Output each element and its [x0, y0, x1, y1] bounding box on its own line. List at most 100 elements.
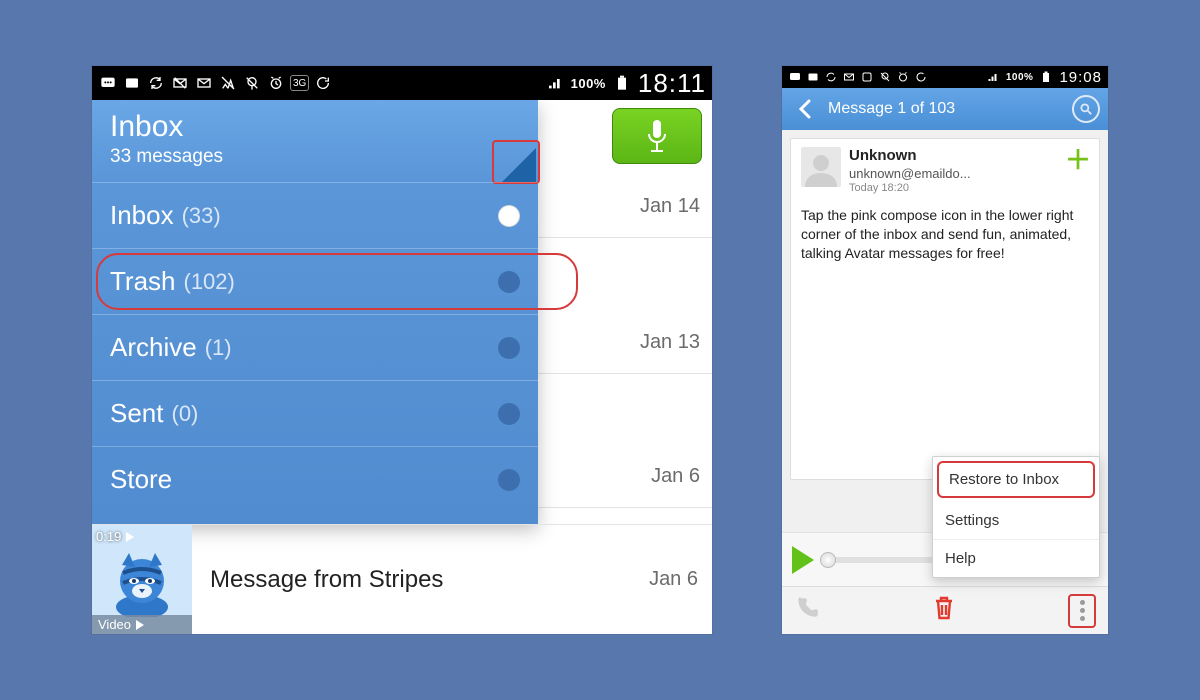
- folder-label: Sent: [110, 398, 164, 429]
- menu-settings[interactable]: Settings: [933, 502, 1099, 540]
- battery-percent: 100%: [571, 76, 606, 91]
- play-mini-icon: [125, 532, 135, 542]
- menu-restore-to-inbox[interactable]: Restore to Inbox: [937, 461, 1095, 498]
- call-button[interactable]: [794, 595, 820, 626]
- status-icons-left: 3G: [98, 75, 541, 91]
- microphone-icon: [644, 118, 670, 154]
- location-off-icon: [878, 71, 892, 83]
- sync-icon: [146, 75, 166, 91]
- battery-percent: 100%: [1006, 72, 1034, 83]
- alarm-icon: [896, 71, 910, 83]
- radio-icon: [498, 469, 520, 491]
- folder-dropdown: Inbox 33 messages Inbox (33) Trash (102): [92, 100, 538, 524]
- notif-chat-icon: [98, 75, 118, 91]
- mail-crossed-icon: [170, 75, 190, 91]
- notif-badge-icon: [122, 75, 142, 91]
- folder-label: Inbox: [110, 200, 174, 231]
- voice-compose-button[interactable]: [612, 108, 702, 164]
- chevron-left-icon: [797, 99, 811, 119]
- sender-address: unknown@emaildo...: [849, 166, 1059, 182]
- alarm-icon: [266, 75, 286, 91]
- date-row[interactable]: Jan 6: [532, 446, 712, 508]
- folder-sent[interactable]: Sent (0): [92, 380, 538, 446]
- status-right-left: 100% 18:11: [545, 68, 706, 99]
- scrubber-knob-icon[interactable]: [820, 552, 836, 568]
- video-duration: 0:19: [96, 529, 135, 544]
- trash-icon: [932, 594, 956, 622]
- left-body: Jan 14 Jan 13 Jan 6 Inbox 33 messages In…: [92, 100, 712, 634]
- plus-icon: ＋: [1065, 140, 1091, 177]
- bottom-action-bar: [782, 586, 1108, 634]
- message-date: Jan 6: [649, 568, 698, 591]
- play-button[interactable]: [792, 546, 814, 574]
- folder-store[interactable]: Store: [92, 446, 538, 512]
- back-button[interactable]: [790, 95, 818, 123]
- folder-label: Trash: [110, 266, 176, 297]
- menu-help[interactable]: Help: [933, 540, 1099, 577]
- dropdown-triangle-icon: [502, 148, 536, 182]
- message-counter: Message 1 of 103: [828, 100, 1062, 118]
- clock: 18:11: [638, 68, 706, 99]
- search-icon: [1079, 102, 1093, 116]
- play-mini-icon: [135, 620, 145, 630]
- folder-archive[interactable]: Archive (1): [92, 314, 538, 380]
- cell-signal-icon: [986, 71, 1000, 83]
- folder-inbox[interactable]: Inbox (33): [92, 182, 538, 248]
- overflow-button[interactable]: [1068, 594, 1096, 628]
- radio-selected-icon: [498, 205, 520, 227]
- folder-label: Store: [110, 464, 172, 495]
- search-button[interactable]: [1072, 95, 1100, 123]
- sync-icon: [824, 71, 838, 83]
- no-signal-icon: [218, 75, 238, 91]
- overflow-menu: Restore to Inbox Settings Help: [932, 456, 1100, 578]
- dropdown-title: Inbox: [110, 110, 520, 144]
- delete-button[interactable]: [932, 594, 956, 627]
- location-off-icon: [242, 75, 262, 91]
- radio-icon: [498, 337, 520, 359]
- battery-icon: [612, 75, 632, 91]
- battery-icon: [1039, 71, 1053, 83]
- message-title: Message from Stripes: [192, 566, 649, 594]
- status-bar-right: 100% 19:08: [782, 66, 1108, 88]
- dropdown-subtitle: 33 messages: [110, 146, 520, 168]
- video-label: Video: [92, 615, 192, 634]
- kebab-dot-icon: [1080, 608, 1085, 613]
- message-row-stripes[interactable]: 0:19: [92, 524, 712, 634]
- gap: [712, 66, 782, 634]
- folder-count: (102): [184, 269, 235, 295]
- stage: 3G 100% 18:11 Jan 14 Jan 13 Jan 6 I: [92, 66, 1108, 634]
- clock: 19:08: [1059, 69, 1102, 86]
- network-3g-icon: 3G: [290, 75, 309, 91]
- folder-count: (33): [182, 203, 221, 229]
- cell-signal-icon: [545, 75, 565, 91]
- folder-label: Archive: [110, 332, 197, 363]
- status-bar-left: 3G 100% 18:11: [92, 66, 712, 100]
- sender-row: Unknown unknown@emaildo... Today 18:20 ＋: [801, 147, 1089, 196]
- mail-icon: [194, 75, 214, 91]
- video-thumbnail[interactable]: 0:19: [92, 525, 192, 634]
- phone-left: 3G 100% 18:11 Jan 14 Jan 13 Jan 6 I: [92, 66, 712, 634]
- cat-avatar-icon: [107, 547, 177, 617]
- date-row[interactable]: Jan 14: [532, 176, 712, 238]
- nfc-icon: [860, 71, 874, 83]
- add-contact-button[interactable]: ＋: [1067, 147, 1089, 169]
- sender-avatar[interactable]: [801, 147, 841, 187]
- folder-trash[interactable]: Trash (102): [92, 248, 538, 314]
- folder-count: (1): [205, 335, 232, 361]
- notif-chat-icon: [788, 71, 802, 83]
- kebab-dot-icon: [1080, 600, 1085, 605]
- dropdown-header[interactable]: Inbox 33 messages: [92, 100, 538, 182]
- radio-icon: [498, 403, 520, 425]
- status-right-right: 100% 19:08: [986, 69, 1102, 86]
- radio-icon: [498, 271, 520, 293]
- mail-icon: [842, 71, 856, 83]
- date-row[interactable]: Jan 13: [532, 312, 712, 374]
- person-silhouette-icon: [803, 151, 839, 187]
- status-icons-right: [788, 71, 982, 83]
- sender-name: Unknown: [849, 147, 1059, 166]
- refresh-icon: [914, 71, 928, 83]
- message-header: Message 1 of 103: [782, 88, 1108, 130]
- phone-right: 100% 19:08 Message 1 of 103 Unknown u: [782, 66, 1108, 634]
- notif-badge-icon: [806, 71, 820, 83]
- folder-count: (0): [172, 401, 199, 427]
